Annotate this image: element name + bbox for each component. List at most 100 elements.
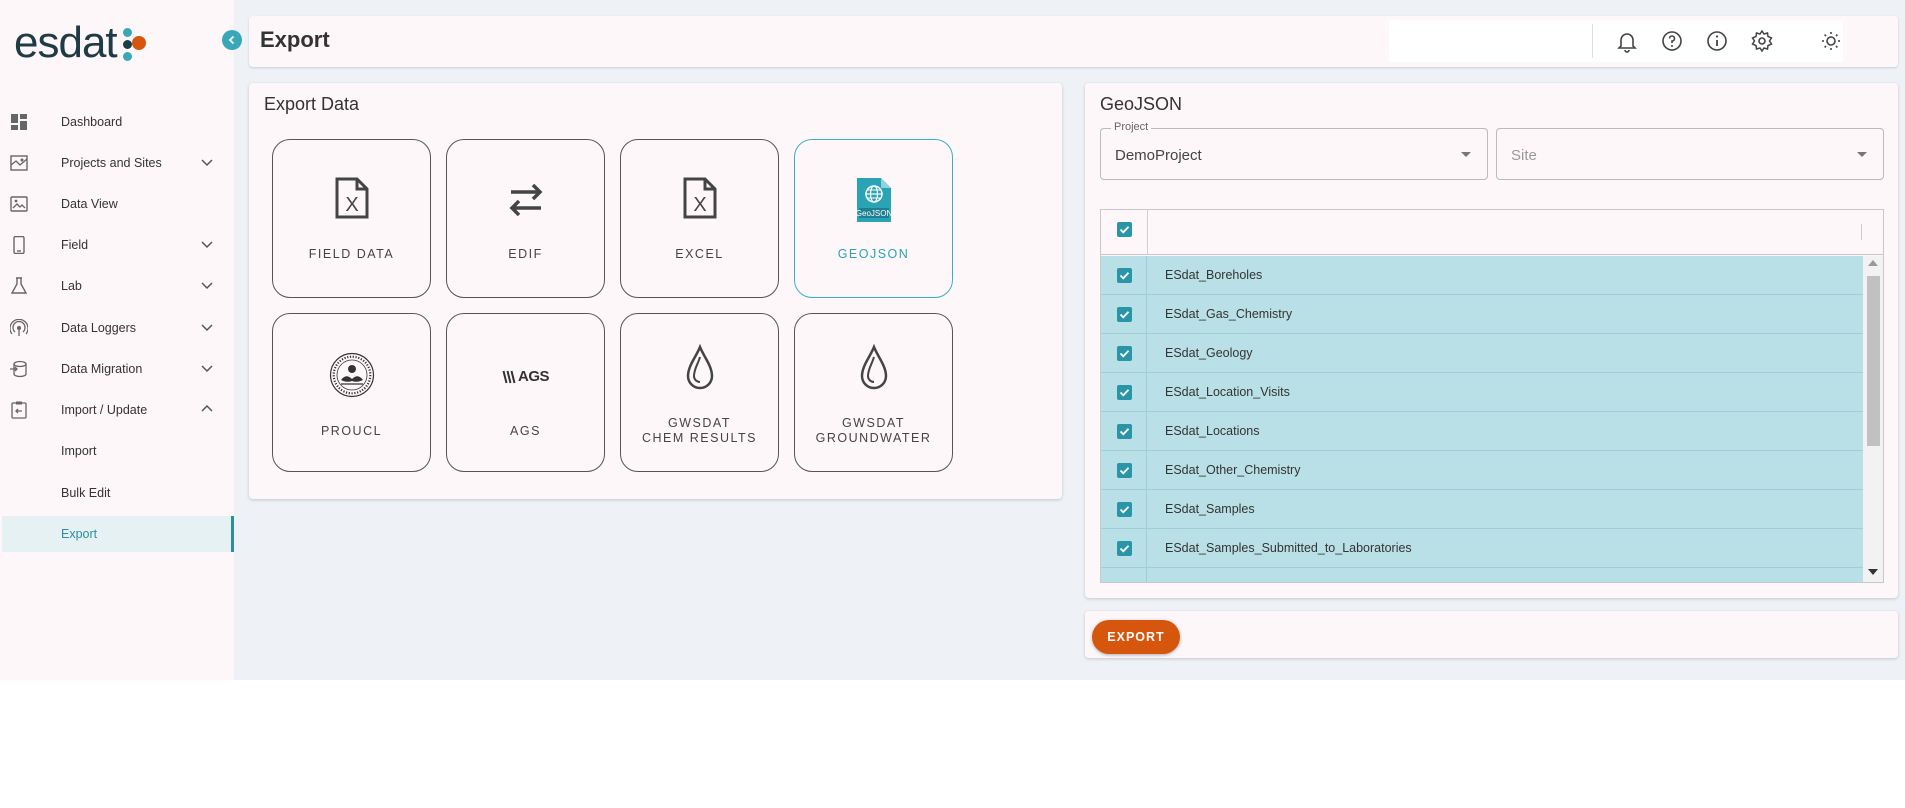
sidebar-item-label: Data Loggers	[61, 321, 137, 335]
table-row[interactable]: ESdat_Other_Chemistry	[1101, 451, 1863, 490]
check-icon	[1119, 428, 1130, 436]
tile-gwsdat-chem-results[interactable]: GWSDAT CHEM RESULTS	[620, 313, 779, 472]
sidebar-item-data-view[interactable]: Data View	[0, 186, 232, 222]
row-checkbox[interactable]	[1117, 541, 1132, 556]
help-icon[interactable]	[1660, 29, 1684, 53]
row-checkbox-cell	[1101, 412, 1147, 451]
sidebar-item-projects-and-sites[interactable]: Projects and Sites	[0, 145, 232, 181]
check-icon	[1119, 467, 1130, 475]
row-checkbox-cell	[1101, 490, 1147, 529]
tile-label: AGS	[510, 424, 541, 438]
row-checkbox[interactable]	[1117, 346, 1132, 361]
check-icon	[1119, 311, 1130, 319]
table-row[interactable]: ESdat_Samples	[1101, 490, 1863, 529]
caret-down-icon	[1461, 152, 1471, 157]
tile-ags[interactable]: AGS AGS	[446, 313, 605, 472]
tile-label-line1: GWSDAT	[668, 416, 731, 430]
esdat-logo[interactable]: esdat	[14, 20, 151, 66]
tile-edif[interactable]: EDIF	[446, 139, 605, 298]
flask-icon	[10, 277, 28, 294]
sidebar: esdat Dashboard Projects and Sites Data …	[0, 0, 234, 680]
sidebar-item-label: Export	[61, 527, 98, 541]
check-icon	[1119, 272, 1130, 280]
chevron-down-icon	[201, 324, 213, 332]
scroll-up-arrow-icon[interactable]	[1868, 260, 1878, 266]
table-row[interactable]: ESdat_Locations	[1101, 412, 1863, 451]
sidebar-item-label: Import	[61, 444, 97, 458]
site-select[interactable]: Site	[1496, 128, 1884, 180]
tile-gwsdat-groundwater[interactable]: GWSDAT GROUNDWATER	[794, 313, 953, 472]
column-resizer[interactable]	[1861, 224, 1862, 240]
image-icon	[10, 196, 28, 212]
table-name: ESdat_Samples_Submitted_to_Laboratories	[1165, 541, 1412, 555]
caret-down-icon	[1857, 152, 1867, 157]
droplet-icon	[686, 344, 713, 390]
tile-proucl[interactable]: PROUCL	[272, 313, 431, 472]
sidebar-item-data-migration[interactable]: Data Migration	[0, 351, 232, 387]
bell-icon[interactable]	[1615, 29, 1639, 53]
tile-field-data[interactable]: X FIELD DATA	[272, 139, 431, 298]
row-checkbox[interactable]	[1117, 385, 1132, 400]
info-icon[interactable]	[1705, 29, 1729, 53]
scrollbar-thumb[interactable]	[1867, 276, 1880, 446]
sidebar-item-lab[interactable]: Lab	[0, 268, 232, 304]
tile-label-line1: GWSDAT	[842, 416, 905, 430]
row-checkbox-cell	[1101, 568, 1147, 582]
grid-scrollbar[interactable]	[1863, 256, 1883, 582]
sidebar-item-label: Projects and Sites	[61, 156, 162, 170]
sidebar-item-field[interactable]: Field	[0, 227, 232, 263]
tile-label: GEOJSON	[837, 247, 910, 261]
check-icon	[1119, 506, 1130, 514]
chevron-down-icon	[201, 159, 213, 167]
table-row[interactable]: ESdat_Gas_Chemistry	[1101, 295, 1863, 334]
row-checkbox-cell	[1101, 334, 1147, 373]
row-checkbox[interactable]	[1117, 268, 1132, 283]
table-name: ESdat_Samples	[1165, 502, 1255, 516]
top-header: Export	[249, 16, 1898, 67]
sidebar-item-dashboard[interactable]: Dashboard	[0, 104, 232, 140]
tile-label: PROUCL	[320, 424, 383, 438]
table-name: ESdat_Location_Visits	[1165, 385, 1290, 399]
swap-arrows-icon	[509, 183, 542, 217]
clipboard-icon	[11, 401, 27, 419]
row-checkbox[interactable]	[1117, 424, 1132, 439]
table-name: ESdat_Geology	[1165, 346, 1253, 360]
site-select-placeholder: Site	[1511, 147, 1537, 164]
chevron-down-icon	[201, 241, 213, 249]
export-button[interactable]: EXPORT	[1092, 620, 1180, 654]
database-icon	[10, 360, 27, 378]
column-separator	[1147, 210, 1148, 255]
row-checkbox-cell	[1101, 451, 1147, 490]
row-checkbox-cell	[1101, 295, 1147, 334]
brightness-icon[interactable]	[1819, 29, 1843, 53]
tile-excel[interactable]: X EXCEL	[620, 139, 779, 298]
collapse-sidebar-button[interactable]	[222, 30, 242, 50]
sidebar-item-import-update[interactable]: Import / Update	[0, 392, 232, 428]
table-row[interactable]: ESdat_Boreholes	[1101, 256, 1863, 295]
tile-label-line2: CHEM RESULTS	[641, 431, 757, 445]
row-checkbox[interactable]	[1117, 463, 1132, 478]
table-row[interactable]: ESdat_Location_Visits	[1101, 373, 1863, 412]
chevron-up-icon	[201, 404, 213, 412]
row-checkbox-cell	[1101, 373, 1147, 412]
svg-text:X: X	[345, 194, 358, 216]
sidebar-item-bulk-edit[interactable]: Bulk Edit	[0, 475, 232, 511]
tile-geojson[interactable]: GeoJSON GEOJSON	[794, 139, 953, 298]
sidebar-item-import[interactable]: Import	[0, 433, 232, 469]
tile-label: EXCEL	[675, 247, 724, 261]
sidebar-item-data-loggers[interactable]: Data Loggers	[0, 310, 232, 346]
table-row[interactable]: ESdat_Samples_Submitted_to_Laboratories	[1101, 529, 1863, 568]
sidebar-item-export[interactable]: Export	[2, 516, 234, 552]
row-checkbox[interactable]	[1117, 502, 1132, 517]
excel-file-icon: X	[335, 177, 368, 219]
scroll-down-arrow-icon[interactable]	[1868, 569, 1878, 575]
tile-label: FIELD DATA	[308, 247, 395, 261]
gear-icon[interactable]	[1750, 29, 1774, 53]
table-row[interactable]: ESdat_Geology	[1101, 334, 1863, 373]
check-icon	[1119, 389, 1130, 397]
table-row-partial[interactable]	[1101, 568, 1863, 582]
logo-text: esdat	[14, 18, 118, 67]
row-checkbox[interactable]	[1117, 307, 1132, 322]
select-all-checkbox[interactable]	[1117, 222, 1132, 237]
project-select[interactable]: Project DemoProject	[1100, 121, 1488, 180]
